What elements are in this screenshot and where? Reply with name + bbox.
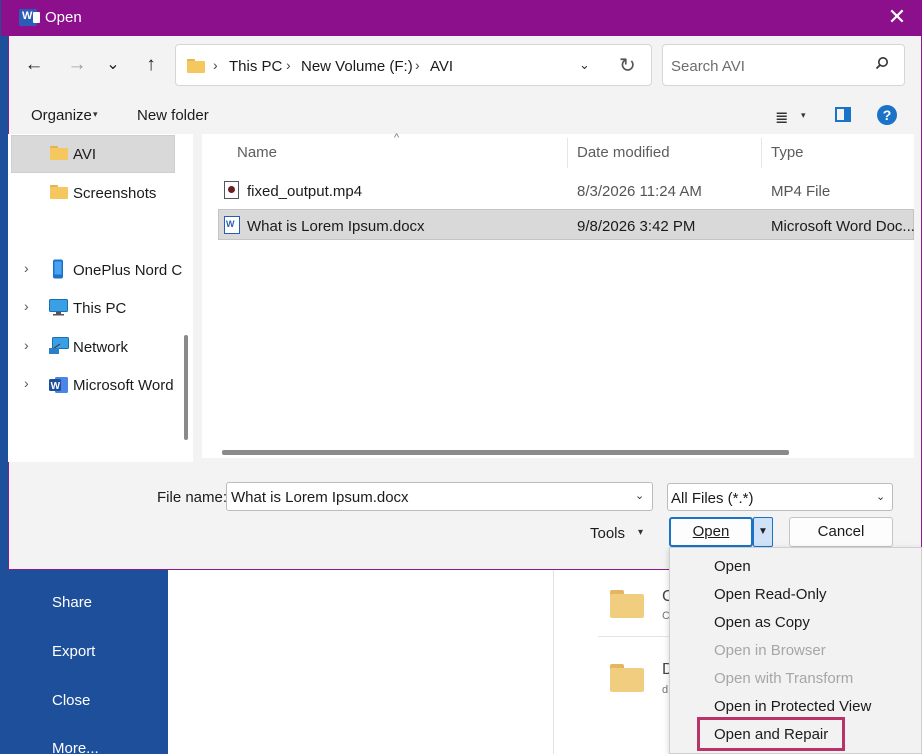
breadcrumb-this-pc[interactable]: This PC (229, 58, 282, 75)
help-icon[interactable]: ? (877, 105, 897, 125)
file-name-value[interactable]: What is Lorem Ipsum.docx (231, 489, 409, 506)
column-divider[interactable] (761, 138, 762, 168)
organize-menu[interactable]: Organize (31, 107, 92, 124)
breadcrumb-separator: › (415, 57, 420, 73)
up-arrow-icon[interactable]: ↑ (137, 52, 165, 78)
computer-icon (49, 299, 68, 316)
network-icon (49, 337, 69, 354)
new-folder-button[interactable]: New folder (137, 107, 209, 124)
organize-caret-icon[interactable]: ▾ (93, 109, 98, 120)
folder-icon (50, 146, 68, 160)
folder-icon (610, 590, 644, 618)
menu-item-open-as-copy[interactable]: Open as Copy (714, 614, 810, 631)
recent-locations-chevron-icon[interactable]: ⌄ (99, 52, 127, 78)
sidebar-item-screenshots[interactable]: Screenshots (73, 185, 156, 202)
dialog-title: Open (45, 9, 82, 26)
sidebar-scrollbar[interactable] (184, 335, 188, 440)
file-name[interactable]: fixed_output.mp4 (247, 183, 362, 200)
backstage-item-sub: d (662, 684, 669, 696)
cancel-button[interactable]: Cancel (789, 517, 893, 547)
expand-chevron-icon[interactable]: › (24, 375, 29, 391)
file-type: MP4 File (771, 183, 831, 200)
navigation-pane (8, 134, 193, 462)
address-dropdown-chevron-icon[interactable]: ⌄ (579, 57, 590, 73)
folder-icon (50, 185, 68, 199)
svg-text:W: W (51, 381, 61, 392)
expand-chevron-icon[interactable]: › (24, 260, 29, 276)
sidebar-item-network[interactable]: Network (73, 339, 128, 356)
sidebar-item-microsoft-word[interactable]: Microsoft Word (73, 377, 174, 394)
tools-caret-icon[interactable]: ▾ (638, 527, 643, 538)
refresh-icon[interactable]: ↻ (619, 53, 636, 78)
phone-icon (53, 259, 63, 279)
tools-menu[interactable]: Tools (590, 525, 625, 542)
view-caret-icon[interactable]: ▾ (801, 110, 806, 121)
address-bar[interactable]: › This PC › New Volume (F:) › AVI ⌄ ↻ (175, 44, 652, 86)
menu-item-open-in-browser: Open in Browser (714, 642, 826, 659)
preview-pane-icon[interactable] (835, 107, 851, 122)
file-name[interactable]: What is Lorem Ipsum.docx (247, 218, 425, 235)
expand-chevron-icon[interactable]: › (24, 337, 29, 353)
breadcrumb-new-volume[interactable]: New Volume (F:) (301, 58, 413, 75)
backstage-item-divider (598, 636, 678, 637)
open-button[interactable]: Open (669, 517, 753, 547)
open-button-label: Open (692, 523, 730, 540)
backstage-more[interactable]: More... (52, 740, 99, 754)
file-name-label: File name: (157, 489, 228, 506)
open-options-dropdown-button[interactable]: ▼ (753, 517, 773, 547)
search-icon[interactable] (875, 56, 889, 70)
menu-item-open-read-only[interactable]: Open Read-Only (714, 586, 827, 603)
menu-item-open-in-protected-view[interactable]: Open in Protected View (714, 698, 871, 715)
forward-arrow-icon[interactable]: → (63, 52, 91, 78)
sidebar-item-this-pc[interactable]: This PC (73, 300, 126, 317)
menu-item-open[interactable]: Open (714, 558, 751, 575)
file-type-select[interactable]: All Files (*.*) ⌄ (667, 483, 893, 511)
search-box[interactable]: Search AVI (662, 44, 905, 86)
sort-ascending-icon: ^ (394, 132, 400, 144)
folder-icon (187, 59, 205, 73)
close-icon[interactable]: ✕ (885, 6, 909, 30)
dialog-titlebar: Open ✕ (1, 0, 922, 36)
breadcrumb-avi[interactable]: AVI (430, 58, 453, 75)
breadcrumb-separator: › (213, 57, 218, 73)
file-type: Microsoft Word Doc... (771, 218, 914, 235)
sidebar-item-avi[interactable]: AVI (73, 146, 96, 163)
column-header-name[interactable]: Name (237, 144, 277, 161)
backstage-share[interactable]: Share (52, 594, 92, 611)
file-name-field[interactable]: What is Lorem Ipsum.docx ⌄ (226, 482, 653, 511)
word-app-icon: W (49, 377, 68, 393)
folder-icon (610, 664, 644, 692)
file-type-chevron-icon[interactable]: ⌄ (876, 490, 885, 503)
column-divider[interactable] (567, 138, 568, 168)
video-file-icon (224, 181, 239, 199)
file-date: 8/3/2026 11:24 AM (577, 183, 702, 200)
search-input[interactable]: Search AVI (671, 58, 745, 75)
expand-chevron-icon[interactable]: › (24, 298, 29, 314)
backstage-close[interactable]: Close (52, 692, 90, 709)
backstage-export[interactable]: Export (52, 643, 95, 660)
file-date: 9/8/2026 3:42 PM (577, 218, 696, 235)
breadcrumb-separator: › (286, 57, 291, 73)
file-name-dropdown-chevron-icon[interactable]: ⌄ (635, 489, 644, 502)
column-header-date-modified[interactable]: Date modified (577, 144, 670, 161)
file-type-value[interactable]: All Files (*.*) (671, 490, 754, 507)
backstage-divider (553, 570, 554, 754)
sidebar-item-oneplus[interactable]: OnePlus Nord C (73, 262, 182, 279)
open-and-repair-highlight (697, 717, 845, 751)
word-app-icon (19, 9, 40, 26)
word-document-icon (224, 216, 240, 234)
back-arrow-icon[interactable]: ← (20, 52, 48, 78)
menu-item-open-with-transform: Open with Transform (714, 670, 854, 687)
view-options-icon[interactable]: ≣ (775, 108, 788, 128)
file-list-horizontal-scrollbar[interactable] (222, 450, 789, 455)
column-header-type[interactable]: Type (771, 144, 804, 161)
